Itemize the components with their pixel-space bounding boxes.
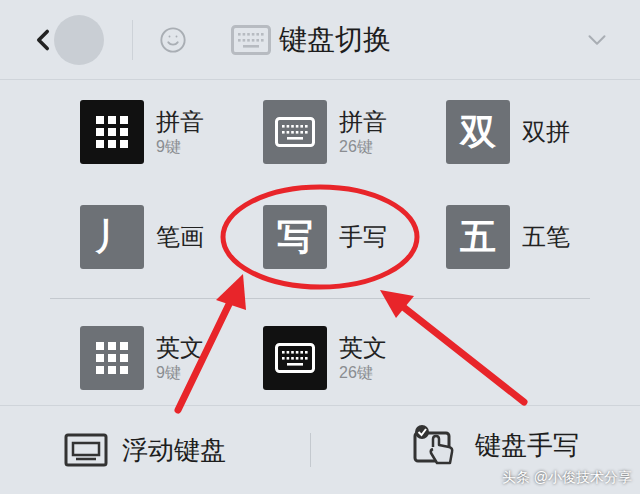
keyboard-label: 英文: [339, 334, 387, 363]
keyboard-option[interactable]: 英文9键: [80, 326, 263, 390]
keyboard-grid: 拼音9键拼音26键双双拼丿笔画写手写五五笔: [0, 80, 640, 269]
keyboard-label: 笔画: [156, 223, 204, 252]
keyboard-option-tile: [80, 326, 144, 390]
keyboard-switch-panel: 键盘切换拼音9键拼音26键双双拼丿笔画写手写五五笔英文9键英文26键浮动键盘键盘…: [0, 0, 640, 494]
keyboard-toggle-icon: [231, 25, 271, 55]
keyboard-option[interactable]: 写手写: [263, 205, 446, 269]
keyboard-glyph: 写: [277, 219, 313, 255]
header-bar: 键盘切换: [0, 0, 640, 80]
keyboard-option[interactable]: 拼音9键: [80, 100, 263, 164]
avatar[interactable]: [54, 15, 104, 65]
emoji-icon[interactable]: [159, 26, 187, 54]
handwriting-keyboard-icon: [411, 423, 461, 467]
floating-keyboard-icon: [64, 433, 108, 467]
collapse-icon[interactable]: [582, 25, 612, 55]
annotation-arrows: [0, 0, 640, 494]
watermark: 头条 @小俊技术分享: [502, 467, 632, 488]
header-divider: [132, 20, 133, 60]
keyboard-option-tile: 写: [263, 205, 327, 269]
header-title: 键盘切换: [271, 19, 399, 61]
keyboard-option-tile: [263, 326, 327, 390]
keyboard-label: 五笔: [522, 223, 570, 252]
keyboard-sub-label: 26键: [339, 363, 387, 382]
keyboard-option-tile: 双: [446, 100, 510, 164]
keyboard-option-tile: 五: [446, 205, 510, 269]
keyboard-sub-label: 26键: [339, 137, 387, 156]
keyboard-label: 拼音: [339, 108, 387, 137]
grid-keypad-icon: [95, 341, 129, 375]
keyboard-icon: [275, 343, 315, 373]
grid-keypad-icon: [95, 115, 129, 149]
keyboard-option[interactable]: 英文26键: [263, 326, 446, 390]
keyboard-option[interactable]: 五五笔: [446, 205, 629, 269]
keyboard-option[interactable]: 拼音26键: [263, 100, 446, 164]
keyboard-glyph: 双: [460, 114, 496, 150]
keyboard-glyph: 丿: [94, 219, 130, 255]
highlight-ellipse: [218, 181, 422, 293]
keyboard-option-tile: [263, 100, 327, 164]
keyboard-option[interactable]: 双双拼: [446, 100, 629, 164]
keyboard-option[interactable]: 丿笔画: [80, 205, 263, 269]
footer-label: 浮动键盘: [122, 431, 226, 470]
keyboard-label: 手写: [339, 223, 387, 252]
footer-button[interactable]: 键盘手写: [311, 423, 640, 477]
keyboard-sub-label: 9键: [156, 363, 204, 382]
keyboard-grid: 英文9键英文26键: [0, 299, 640, 390]
keyboard-glyph: 五: [460, 219, 496, 255]
footer-label: 键盘手写: [475, 426, 579, 465]
keyboard-label: 英文: [156, 334, 204, 363]
footer-divider: [310, 433, 311, 467]
section-divider: [50, 298, 590, 299]
keyboard-sub-label: 9键: [156, 137, 204, 156]
keyboard-label: 双拼: [522, 118, 570, 147]
keyboard-icon: [275, 117, 315, 147]
footer-button[interactable]: 浮动键盘: [0, 431, 310, 470]
keyboard-option-tile: [80, 100, 144, 164]
keyboard-label: 拼音: [156, 108, 204, 137]
keyboard-option-tile: 丿: [80, 205, 144, 269]
